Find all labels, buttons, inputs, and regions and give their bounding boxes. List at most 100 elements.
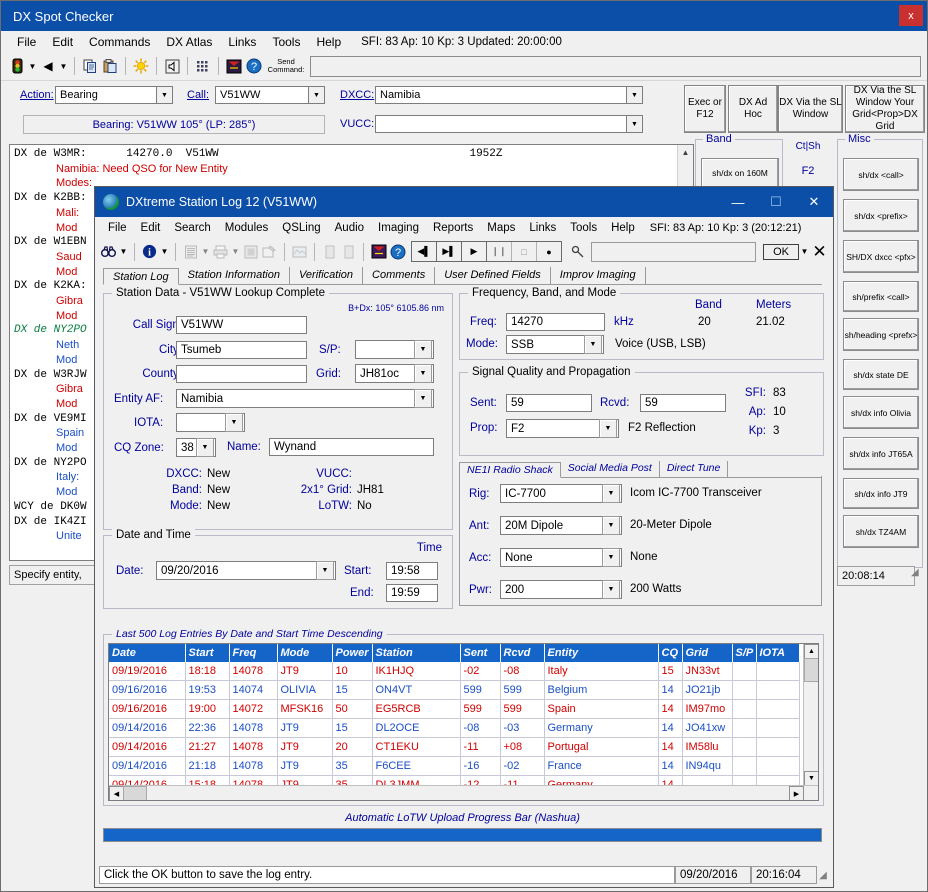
chevron-down-icon-rig[interactable]: ▼ (602, 484, 620, 503)
traffic-light-icon[interactable] (7, 56, 27, 76)
chevron-down-icon-cqzone[interactable]: ▼ (196, 438, 214, 457)
col-entity[interactable]: Entity (544, 644, 659, 662)
chevron-down-icon[interactable]: ▼ (156, 87, 172, 103)
binoculars-dropdown-icon[interactable]: ▼ (118, 242, 129, 262)
ant-select[interactable]: 20M Dipole ▼ (500, 516, 622, 535)
column-icon-2[interactable] (339, 242, 358, 261)
shack-tab-social-media-post[interactable]: Social Media Post (561, 461, 660, 477)
col-sent[interactable]: Sent (460, 644, 501, 662)
date-select[interactable]: 09/20/2016 ▼ (156, 561, 336, 580)
window-icon[interactable] (241, 242, 260, 261)
table-row[interactable]: 09/14/2016 21:18 14078 JT9 35 F6CEE -16 … (109, 756, 800, 776)
exec-f12-button[interactable]: Exec or F12 (684, 85, 726, 133)
menu-item-help[interactable]: Help (308, 33, 349, 51)
table-row[interactable]: 09/14/2016 22:36 14078 JT9 15 DL2OCE -08… (109, 718, 800, 738)
rcvd-input[interactable]: 59 (640, 394, 726, 412)
chevron-down-icon-sp[interactable]: ▼ (414, 340, 432, 359)
command-input[interactable] (310, 55, 921, 77)
toolbar-close-icon[interactable]: ✕ (810, 242, 829, 261)
col-iota[interactable]: IOTA (756, 644, 800, 662)
misc-button-sh-dx-info-jt65a[interactable]: sh/dx info JT65A (843, 437, 919, 470)
dlg-menu-tools[interactable]: Tools (563, 220, 604, 236)
menu-item-file[interactable]: File (9, 33, 44, 51)
list-view-icon[interactable] (193, 56, 213, 76)
map-icon[interactable] (290, 242, 309, 261)
table-row[interactable]: 09/14/2016 21:27 14078 JT9 20 CT1EKU -11… (109, 737, 800, 757)
shack-tab-direct-tune[interactable]: Direct Tune (660, 461, 729, 477)
misc-button-sh-dx-tz4am[interactable]: sh/dx TZ4AM (843, 515, 919, 548)
column-icon-1[interactable] (320, 242, 339, 261)
chevron-down-icon-mode[interactable]: ▼ (584, 335, 602, 354)
chevron-down-icon-acc[interactable]: ▼ (602, 548, 620, 567)
table-row[interactable]: 09/19/2016 18:18 14078 JT9 10 IK1HJQ -02… (109, 662, 800, 681)
edit-note-icon[interactable] (260, 242, 279, 261)
misc-button-sh-prefix-call[interactable]: sh/prefix <call> (843, 281, 919, 312)
speaker-icon[interactable] (162, 56, 182, 76)
prop-select[interactable]: F2 ▼ (506, 419, 619, 438)
minimize-button[interactable]: — (719, 187, 757, 217)
sun-icon[interactable] (131, 56, 151, 76)
dlg-menu-qsling[interactable]: QSLing (275, 220, 327, 236)
misc-button-sh-dx-call[interactable]: sh/dx <call> (843, 158, 919, 191)
col-sp[interactable]: S/P (732, 644, 757, 662)
dlg-menu-maps[interactable]: Maps (480, 220, 522, 236)
chevron-down-icon-date[interactable]: ▼ (316, 561, 334, 580)
info-icon[interactable]: i (140, 242, 159, 261)
report-dropdown-icon[interactable]: ▼ (200, 242, 211, 262)
book-icon[interactable] (224, 56, 244, 76)
col-start[interactable]: Start (185, 644, 230, 662)
search-key-icon[interactable] (568, 242, 587, 261)
vucc-select[interactable]: ▼ (375, 115, 643, 133)
record-icon[interactable]: ● (537, 242, 561, 261)
back-dropdown-icon[interactable]: ▼ (58, 56, 69, 76)
sent-input[interactable]: 59 (506, 394, 592, 412)
last-record-icon[interactable]: ▶▌ (437, 242, 462, 261)
dx-via-sl-window-button[interactable]: DX Via the SL Window (778, 85, 843, 133)
logbook-icon[interactable] (369, 242, 388, 261)
traffic-light-dropdown-icon[interactable]: ▼ (27, 56, 38, 76)
first-record-icon[interactable]: ◀▌ (412, 242, 437, 261)
tab-verification[interactable]: Verification (290, 267, 364, 284)
printer-dropdown-icon[interactable]: ▼ (230, 242, 241, 262)
dx-via-sl-grid-button[interactable]: DX Via the SL Window Your Grid<Prop>DX G… (845, 85, 925, 133)
table-scroll-down-icon[interactable]: ▼ (804, 771, 818, 786)
menu-item-commands[interactable]: Commands (81, 33, 158, 51)
back-arrow-icon[interactable]: ◀ (38, 56, 58, 76)
col-power[interactable]: Power (332, 644, 373, 662)
tab-station-information[interactable]: Station Information (179, 267, 290, 284)
misc-button-sh-dx-state-de[interactable]: sh/dx state DE (843, 359, 919, 390)
acc-select[interactable]: None ▼ (500, 548, 622, 567)
grid-select[interactable]: JH81oc ▼ (355, 364, 434, 383)
misc-button-sh-dx-info-jt9[interactable]: sh/dx info JT9 (843, 478, 919, 509)
chevron-down-icon-call[interactable]: ▼ (308, 87, 324, 103)
callsign-input[interactable]: V51WW (176, 316, 307, 334)
quick-search-input[interactable] (591, 241, 757, 262)
copy-icon[interactable] (80, 56, 100, 76)
chevron-down-icon-prop[interactable]: ▼ (599, 419, 617, 438)
dialog-help-icon[interactable]: ? (388, 242, 407, 261)
dlg-menu-reports[interactable]: Reports (426, 220, 480, 236)
pwr-select[interactable]: 200 ▼ (500, 580, 622, 599)
table-scroll-up-icon[interactable]: ▲ (804, 644, 818, 659)
chevron-down-icon-vucc[interactable]: ▼ (626, 116, 642, 132)
dlg-menu-modules[interactable]: Modules (218, 220, 275, 236)
help-icon[interactable]: ? (244, 56, 264, 76)
dx-ad-hoc-button[interactable]: DX Ad Hoc (728, 85, 778, 133)
info-dropdown-icon[interactable]: ▼ (159, 242, 170, 262)
binoculars-icon[interactable] (99, 242, 118, 261)
call-select[interactable]: V51WW ▼ (215, 86, 325, 104)
col-cq[interactable]: CQ (658, 644, 683, 662)
chevron-down-icon-grid[interactable]: ▼ (414, 364, 432, 383)
col-station[interactable]: Station (372, 644, 461, 662)
printer-icon[interactable] (211, 242, 230, 261)
table-row[interactable]: 09/16/2016 19:53 14074 OLIVIA 15 ON4VT 5… (109, 680, 800, 700)
scroll-up-icon[interactable]: ▲ (678, 145, 693, 160)
table-scroll-left-icon[interactable]: ◀ (109, 786, 124, 800)
col-grid[interactable]: Grid (682, 644, 733, 662)
dlg-menu-help[interactable]: Help (604, 220, 642, 236)
maximize-button[interactable]: ☐ (757, 187, 795, 217)
dialog-close-button[interactable]: ✕ (795, 187, 833, 217)
action-select[interactable]: Bearing ▼ (55, 86, 173, 104)
ok-dropdown-icon[interactable]: ▼ (799, 242, 810, 262)
tab-user-defined-fields[interactable]: User Defined Fields (435, 267, 551, 284)
